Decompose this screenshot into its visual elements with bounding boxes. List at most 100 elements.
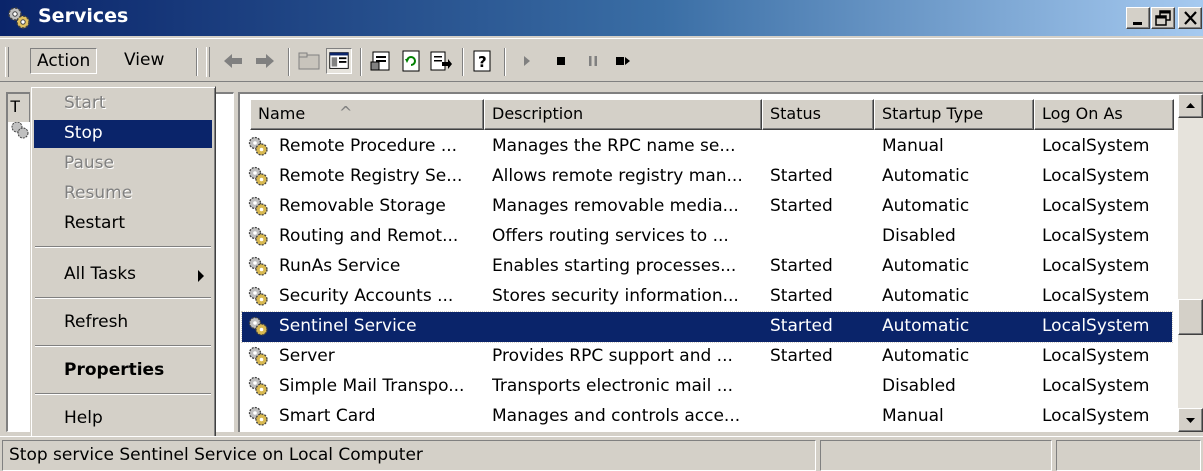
column-header-status[interactable]: Status xyxy=(762,99,874,130)
menu-action[interactable]: Action xyxy=(30,48,98,74)
menubar-grip[interactable] xyxy=(5,47,9,77)
restore-button[interactable] xyxy=(1151,7,1175,29)
title-bar[interactable]: Services xyxy=(0,0,1203,36)
minimize-button[interactable] xyxy=(1126,7,1150,29)
menu-item-refresh[interactable]: Refresh xyxy=(34,309,212,337)
services-list[interactable]: Name ^ Description Status Startup Type L… xyxy=(238,92,1203,432)
toolbar-grip[interactable] xyxy=(206,47,210,77)
menu-item-stop[interactable]: Stop xyxy=(34,120,212,148)
scroll-thumb[interactable] xyxy=(1178,299,1203,335)
cell-description: Enables starting processes... xyxy=(492,256,737,276)
forward-arrow-icon[interactable] xyxy=(252,48,278,74)
cell-startup: Automatic xyxy=(882,286,970,306)
close-icon xyxy=(1184,11,1197,25)
scroll-down-button[interactable] xyxy=(1178,408,1203,432)
cell-description: Manages the RPC name se... xyxy=(492,136,736,156)
column-header-name[interactable]: Name ^ xyxy=(250,99,484,130)
service-gears-icon xyxy=(248,136,268,156)
menu-item-label: Properties xyxy=(64,360,165,380)
toolbar-separator xyxy=(462,48,464,76)
scroll-up-button[interactable] xyxy=(1178,94,1203,118)
column-header-startup-type[interactable]: Startup Type xyxy=(874,99,1034,130)
cell-name: Removable Storage xyxy=(279,196,446,216)
up-folder-icon[interactable] xyxy=(296,48,322,74)
cell-logon: LocalSystem xyxy=(1042,376,1150,396)
toolbar-separator xyxy=(288,48,290,76)
menu-item-label: Start xyxy=(64,93,106,113)
toolbar-separator xyxy=(360,48,362,76)
menu-item-label: Help xyxy=(64,408,103,428)
cell-description: Manages and controls acce... xyxy=(492,406,741,426)
scroll-down-arrow-icon xyxy=(1186,418,1195,423)
properties-icon[interactable] xyxy=(368,48,394,74)
table-row[interactable]: Smart Card Manages and controls acce... Ma… xyxy=(242,402,1172,432)
menu-item-start[interactable]: Start xyxy=(34,90,212,118)
cell-status: Started xyxy=(770,316,833,336)
menu-item-label: Restart xyxy=(64,213,126,233)
table-row[interactable]: Security Accounts ... Stores security inf… xyxy=(242,282,1172,312)
cell-startup: Automatic xyxy=(882,256,970,276)
action-context-menu: Start Stop Pause Resume Restart All Task… xyxy=(30,86,216,440)
service-gears-icon xyxy=(248,316,268,336)
cell-status: Started xyxy=(770,256,833,276)
cell-name: Smart Card xyxy=(279,406,376,426)
table-row[interactable]: Sentinel Service Started Automatic LocalSys… xyxy=(241,311,1173,343)
cell-startup: Manual xyxy=(882,406,944,426)
cell-status: Started xyxy=(770,196,833,216)
status-panel-3 xyxy=(1056,440,1201,471)
menu-item-resume[interactable]: Resume xyxy=(34,180,212,208)
cell-startup: Automatic xyxy=(882,196,970,216)
restart-service-icon[interactable] xyxy=(610,48,636,74)
menu-item-pause[interactable]: Pause xyxy=(34,150,212,178)
export-list-icon[interactable] xyxy=(428,48,454,74)
cell-name: Routing and Remot... xyxy=(279,226,459,246)
menu-item-help[interactable]: Help xyxy=(34,405,212,433)
cell-description: Allows remote registry man... xyxy=(492,166,743,186)
table-row[interactable]: Server Provides RPC support and ... Starte… xyxy=(242,342,1172,372)
cell-description: Offers routing services to ... xyxy=(492,226,729,246)
service-gears-icon xyxy=(248,286,268,306)
cell-description: Stores security information... xyxy=(492,286,739,306)
menu-view[interactable]: View xyxy=(118,48,170,74)
scroll-up-arrow-icon xyxy=(1186,103,1195,108)
cell-name: RunAs Service xyxy=(279,256,401,276)
cell-startup: Automatic xyxy=(882,166,970,186)
menu-item-label: Refresh xyxy=(64,312,129,332)
table-row[interactable]: RunAs Service Enables starting processes.… xyxy=(242,252,1172,282)
restore-icon xyxy=(1155,10,1171,26)
toolbar-separator xyxy=(196,48,198,76)
status-text: Stop service Sentinel Service on Local C… xyxy=(2,440,816,471)
cell-name: Server xyxy=(279,346,335,366)
menu-item-properties[interactable]: Properties xyxy=(34,357,212,385)
table-row[interactable]: Remote Procedure ... Manages the RPC name… xyxy=(242,132,1172,162)
sort-ascending-icon: ^ xyxy=(339,103,353,122)
cell-description: Transports electronic mail ... xyxy=(492,376,733,396)
table-row[interactable]: Simple Mail Transpo... Transports electro… xyxy=(242,372,1172,402)
show-hide-console-tree-icon[interactable] xyxy=(326,48,352,74)
help-icon[interactable]: ? xyxy=(470,48,496,74)
table-row[interactable]: Removable Storage Manages removable media… xyxy=(242,192,1172,222)
vertical-scrollbar[interactable] xyxy=(1178,94,1203,432)
menu-toolbar: Action View ? xyxy=(0,38,1203,82)
menu-item-all-tasks[interactable]: All Tasks xyxy=(34,261,212,289)
service-gears-icon xyxy=(248,166,268,186)
cell-logon: LocalSystem xyxy=(1042,316,1150,336)
column-header-log-on-as[interactable]: Log On As xyxy=(1034,99,1174,130)
column-header-description[interactable]: Description xyxy=(484,99,762,130)
close-button[interactable] xyxy=(1178,7,1202,29)
refresh-icon[interactable] xyxy=(398,48,424,74)
pause-service-icon[interactable] xyxy=(580,48,606,74)
table-row[interactable]: Routing and Remot... Offers routing servi… xyxy=(242,222,1172,252)
cell-status: Started xyxy=(770,166,833,186)
tree-tab[interactable]: T xyxy=(8,94,30,122)
cell-name: Security Accounts ... xyxy=(279,286,454,306)
cell-name: Remote Procedure ... xyxy=(279,136,458,156)
menu-item-label: Resume xyxy=(64,183,133,203)
menu-item-restart[interactable]: Restart xyxy=(34,210,212,238)
back-arrow-icon[interactable] xyxy=(220,48,246,74)
menu-item-label: All Tasks xyxy=(64,264,137,284)
table-row[interactable]: Remote Registry Se... Allows remote regis… xyxy=(242,162,1172,192)
start-service-icon[interactable] xyxy=(514,48,540,74)
stop-service-icon[interactable] xyxy=(548,48,574,74)
toolbar-separator xyxy=(504,48,506,76)
